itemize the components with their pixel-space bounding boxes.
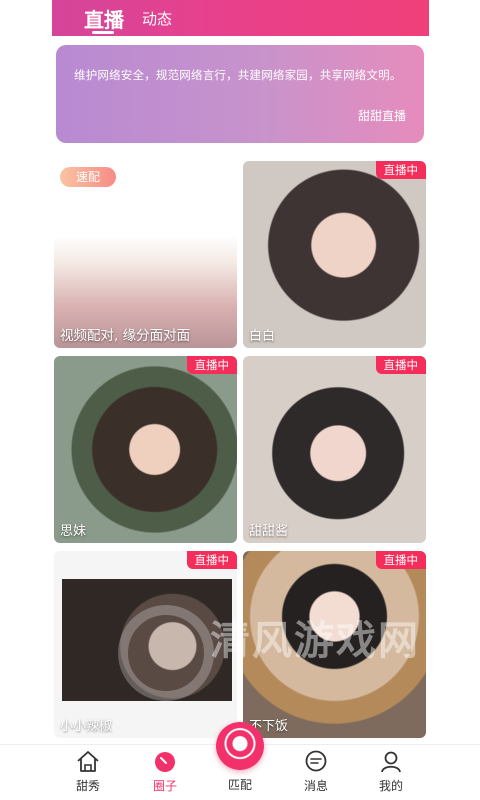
home-icon	[77, 751, 99, 772]
nav-label: 消息	[303, 779, 328, 793]
live-badge: 直播中	[375, 356, 426, 374]
notice-banner[interactable]: 维护网络安全，规范网络言行，共建网络家园，共享网络文明。 甜甜直播	[56, 45, 424, 143]
card-title: 视频配对, 缘分面对面	[60, 328, 191, 344]
circle-icon	[155, 752, 175, 772]
notice-text: 维护网络安全，规范网络言行，共建网络家园，共享网络文明。	[74, 68, 402, 82]
nav-label: 我的	[378, 779, 403, 793]
nav-item-circle[interactable]: 圈子	[135, 749, 195, 799]
match-button[interactable]	[216, 722, 264, 770]
live-page: 直播 动态 维护网络安全，规范网络言行，共建网络家园，共享网络文明。 甜甜直播 …	[0, 0, 480, 800]
live-badge: 直播中	[375, 551, 426, 569]
live-card[interactable]: 直播中 思妹	[54, 356, 237, 543]
notice-source: 甜甜直播	[357, 109, 406, 123]
streamer-name: 小小辣椒	[60, 719, 113, 734]
live-badge: 直播中	[186, 356, 237, 374]
nav-item-profile[interactable]: 我的	[361, 749, 421, 799]
active-tab-indicator	[92, 31, 114, 34]
live-badge: 直播中	[186, 551, 237, 569]
streamer-name: 白白	[249, 329, 276, 344]
top-header: 直播 动态	[52, 0, 429, 36]
tab-live[interactable]: 直播	[84, 4, 124, 33]
streamer-name: 思妹	[60, 524, 87, 539]
nav-item-messages[interactable]: 消息	[286, 749, 346, 799]
live-badge: 直播中	[375, 161, 426, 179]
profile-icon	[381, 751, 401, 773]
speed-match-card[interactable]: 速配 视频配对, 缘分面对面	[54, 161, 237, 348]
nav-item-tianxiu[interactable]: 甜秀	[58, 749, 118, 799]
speed-match-badge: 速配	[60, 167, 116, 187]
match-label: 匹配	[227, 778, 252, 792]
live-card[interactable]: 直播中 甜甜酱	[243, 356, 426, 543]
nav-label: 甜秀	[75, 779, 100, 793]
watermark-text: 清风游戏网	[210, 618, 420, 664]
live-card[interactable]: 直播中 白白	[243, 161, 426, 348]
watermark-logo-icon	[118, 605, 214, 701]
streamer-name: 甜甜酱	[249, 524, 289, 539]
tab-dynamic[interactable]: 动态	[142, 8, 172, 29]
message-icon	[305, 750, 327, 772]
nav-label: 圈子	[152, 779, 177, 793]
